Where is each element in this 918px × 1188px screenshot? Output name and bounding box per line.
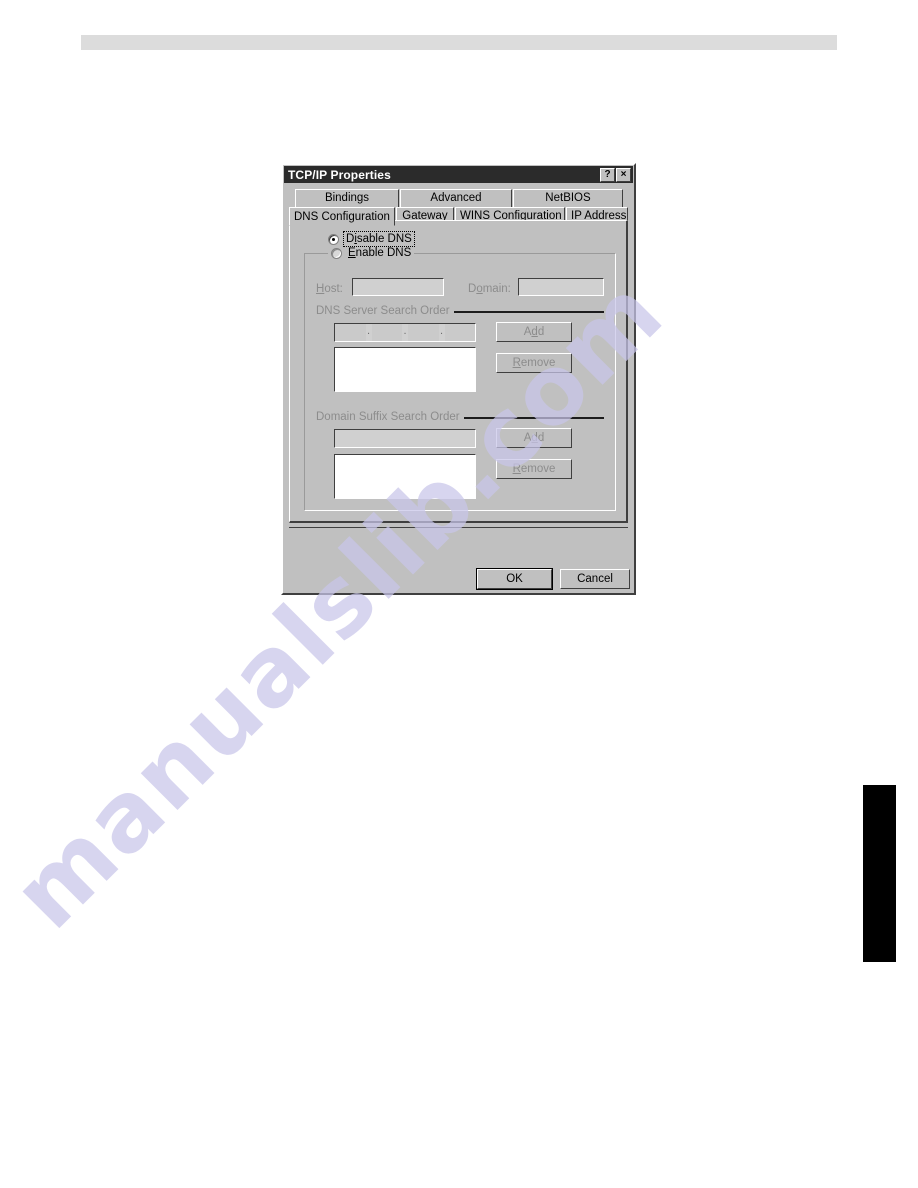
radio-enable-dns[interactable]: Enable DNS <box>328 247 415 259</box>
dns-add-button[interactable]: Add <box>496 322 572 342</box>
page-header-band <box>81 35 837 50</box>
dns-server-search-order-title: DNS Server Search Order <box>316 305 454 317</box>
tab-bindings[interactable]: Bindings <box>295 189 399 207</box>
dns-configuration-page: Disable DNS Enable DNS Host: Domain: DNS… <box>289 220 628 523</box>
radio-disable-dns[interactable]: Disable DNS <box>328 231 415 247</box>
tab-advanced[interactable]: Advanced <box>400 189 512 207</box>
domain-suffix-search-order-title: Domain Suffix Search Order <box>316 411 464 423</box>
cancel-button[interactable]: Cancel <box>560 569 630 589</box>
dns-ip-octet-2[interactable] <box>371 324 402 341</box>
ok-button[interactable]: OK <box>476 568 553 590</box>
radio-enable-dns-label: Enable DNS <box>348 247 412 259</box>
dialog-title: TCP/IP Properties <box>288 167 391 182</box>
dns-ip-octet-1[interactable] <box>335 324 366 341</box>
domain-input[interactable] <box>518 278 604 296</box>
suffix-remove-button[interactable]: Remove <box>496 459 572 479</box>
domain-suffix-input[interactable] <box>334 429 476 448</box>
suffix-add-button[interactable]: Add <box>496 428 572 448</box>
radio-enable-dns-indicator[interactable] <box>331 247 342 259</box>
dns-server-list[interactable] <box>334 347 476 392</box>
dns-server-search-order-rule <box>442 311 604 313</box>
host-label: Host: <box>316 283 343 295</box>
dns-ip-octet-4[interactable] <box>444 324 475 341</box>
host-input[interactable] <box>352 278 444 296</box>
dialog-titlebar: TCP/IP Properties ? × <box>284 166 633 183</box>
domain-suffix-list[interactable] <box>334 454 476 499</box>
dns-remove-button[interactable]: Remove <box>496 353 572 373</box>
tab-row-upper: Bindings Advanced NetBIOS <box>289 189 628 207</box>
dialog-separator <box>289 527 628 528</box>
tab-dns-configuration[interactable]: DNS Configuration <box>289 207 395 226</box>
dns-server-ip-input[interactable]: . . . <box>334 323 476 342</box>
dns-ip-octet-3[interactable] <box>408 324 439 341</box>
tab-netbios[interactable]: NetBIOS <box>513 189 623 207</box>
help-icon[interactable]: ? <box>600 167 615 182</box>
radio-disable-dns-label: Disable DNS <box>343 231 415 247</box>
tcpip-properties-dialog: TCP/IP Properties ? × Bindings Advanced … <box>281 163 636 595</box>
close-icon[interactable]: × <box>616 167 631 182</box>
domain-suffix-search-order-rule <box>460 417 604 419</box>
radio-disable-dns-indicator[interactable] <box>328 233 339 245</box>
page-edge-marker <box>863 785 896 962</box>
domain-label: Domain: <box>468 283 511 295</box>
